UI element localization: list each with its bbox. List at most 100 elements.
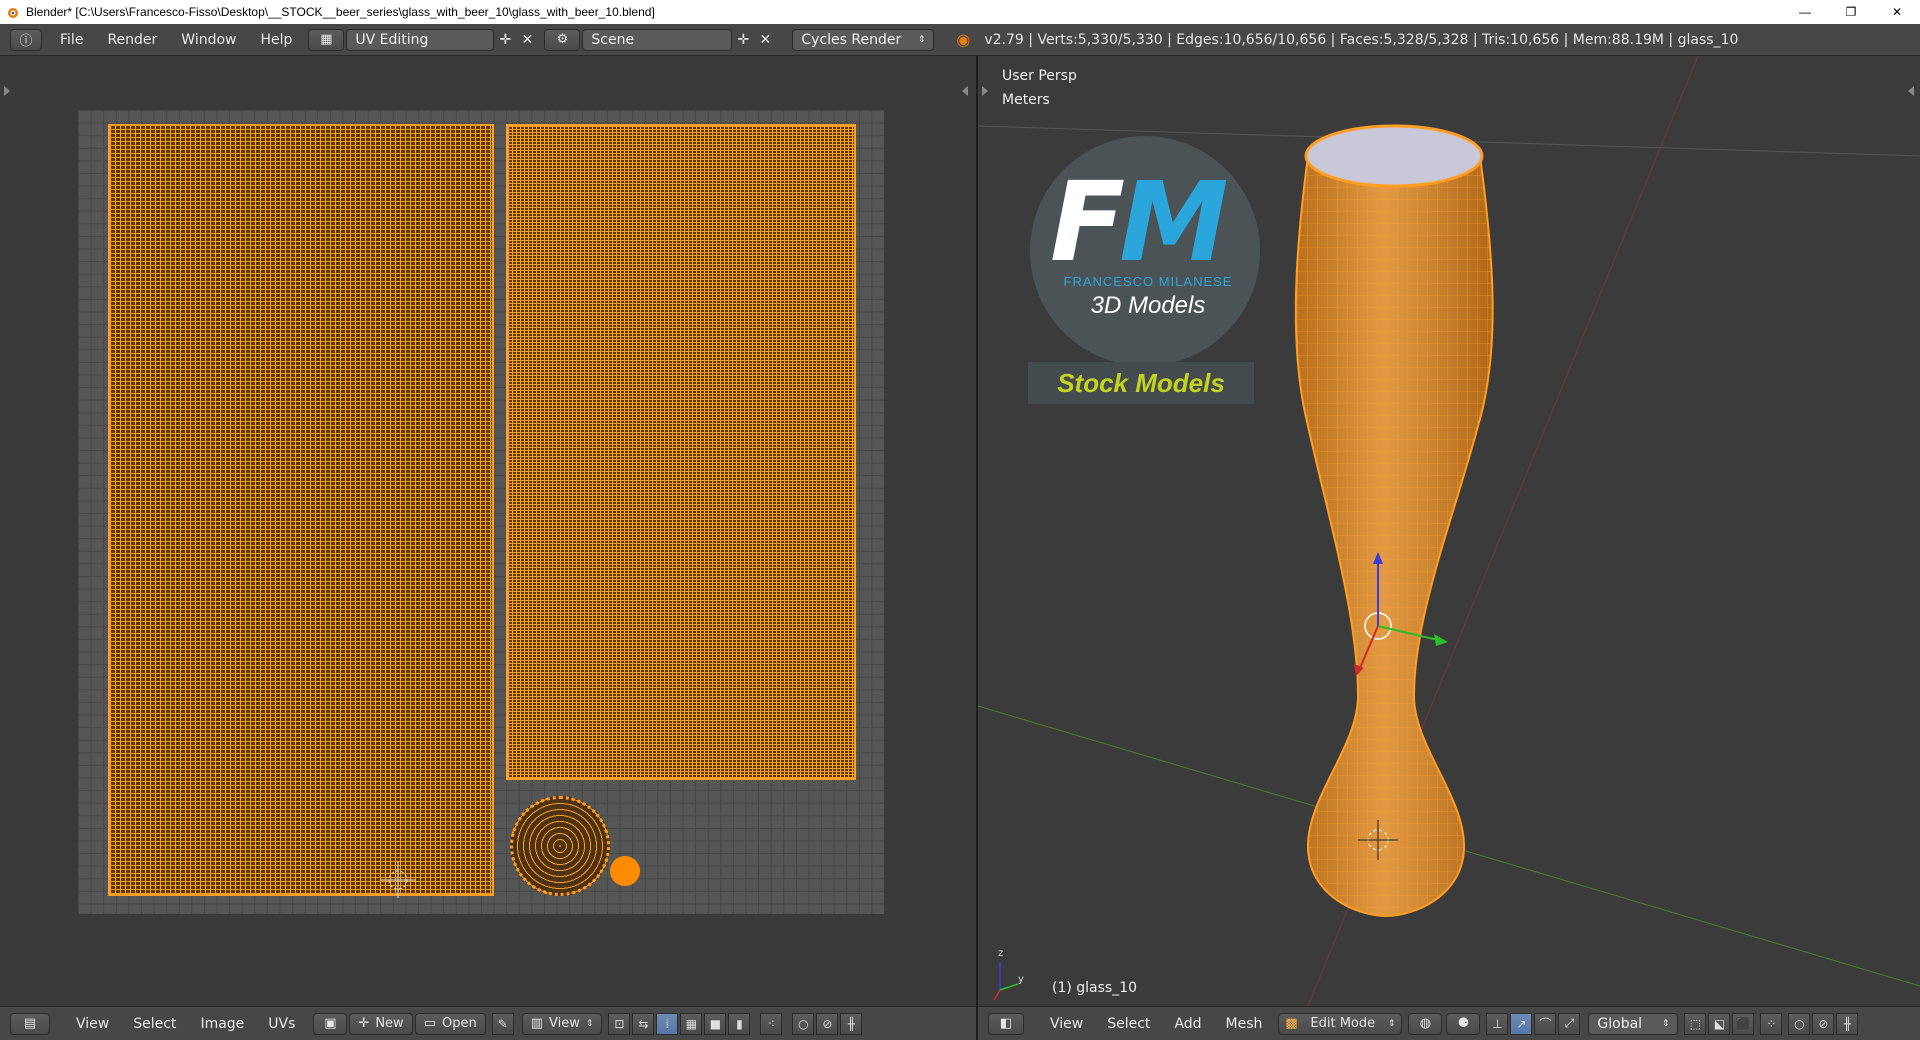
sticky-selection-button[interactable]: ⁖ <box>760 1012 783 1035</box>
transform-orientation-dropdown[interactable]: Global ⇕ <box>1588 1012 1679 1035</box>
uv-island-small-disc[interactable] <box>610 856 640 886</box>
add-screen-icon[interactable]: ✛ <box>494 29 516 51</box>
mode-label: Edit Mode <box>1310 1016 1376 1031</box>
blender-app-icon <box>4 4 20 20</box>
minimize-button[interactable]: — <box>1782 0 1828 24</box>
menu-render[interactable]: Render <box>95 29 169 51</box>
snap-target-button[interactable]: ╫ <box>1836 1012 1859 1035</box>
orientation-label: Global <box>1597 1015 1643 1032</box>
editor-corner-arrow-icon[interactable] <box>962 86 968 96</box>
image-editor-icon: ▤ <box>23 1016 37 1031</box>
svg-text:y: y <box>1018 974 1024 985</box>
dropdown-arrows-icon: ⇕ <box>585 1018 594 1029</box>
edge-select-mode-button[interactable]: ⬕ <box>1708 1012 1731 1035</box>
uv-island-glass-body[interactable] <box>108 124 494 896</box>
pivot-button[interactable]: ⊡ <box>608 1012 631 1035</box>
sync-icon: ⇆ <box>638 1016 649 1031</box>
active-object-label: (1) glass_10 <box>1052 980 1138 996</box>
menu-file[interactable]: File <box>48 29 95 51</box>
viewport-header: ◧ View Select Add Mesh ▩ Edit Mode ⇕ ◍ ⚈… <box>978 1006 1920 1040</box>
uv-island-bottom-disc[interactable] <box>510 796 610 896</box>
delete-scene-icon[interactable]: ✕ <box>754 29 776 51</box>
manipulator-toggle[interactable]: ⊥ <box>1486 1012 1509 1035</box>
viewport-menu-select[interactable]: Select <box>1095 1013 1162 1035</box>
face-select-button[interactable]: ■ <box>704 1012 727 1035</box>
snap-toggle-button[interactable]: ⊘ <box>1812 1012 1835 1035</box>
view-mode-dropdown[interactable]: ▥ View ⇕ <box>521 1012 603 1035</box>
editor-type-uv-button[interactable]: ▤ <box>10 1012 50 1035</box>
proportional-editing-icon: ○ <box>1794 1016 1805 1031</box>
maximize-button[interactable]: ❐ <box>1828 0 1874 24</box>
snap-button[interactable]: ⊘ <box>816 1012 839 1035</box>
uv-image-editor[interactable] <box>0 56 976 1006</box>
editor-type-3d-button[interactable]: ◧ <box>988 1012 1024 1035</box>
dropdown-arrows-icon: ⇕ <box>917 34 926 45</box>
uv-island-beer-body[interactable] <box>506 124 856 780</box>
pivot-point-dropdown[interactable]: ⚈ <box>1446 1012 1481 1035</box>
screen-layout-selector[interactable]: ▦ <box>308 28 345 51</box>
sticky-icon: ⁖ <box>767 1016 775 1031</box>
uv-grid-canvas[interactable] <box>78 110 884 914</box>
sync-selection-button[interactable]: ⇆ <box>632 1012 655 1035</box>
snap-element-button[interactable]: ╫ <box>840 1012 863 1035</box>
rotate-manipulator-button[interactable]: ⌒ <box>1534 1012 1557 1035</box>
proportional-edit-button[interactable]: ○ <box>792 1012 815 1035</box>
open-image-label: Open <box>441 1016 477 1031</box>
close-window-button[interactable]: ✕ <box>1874 0 1920 24</box>
scene-field[interactable]: Scene <box>582 28 733 51</box>
uv-editor-header: ▤ View Select Image UVs ▣ ✛ New ▭ Open ✎… <box>0 1006 976 1040</box>
scene-statistics: v2.79 | Verts:5,330/5,330 | Edges:10,656… <box>984 31 1739 48</box>
screen-layout-field[interactable]: UV Editing <box>346 28 495 51</box>
viewport-menu-view[interactable]: View <box>1038 1013 1095 1035</box>
pin-image-button[interactable]: ✎ <box>491 1012 514 1035</box>
add-scene-icon[interactable]: ✛ <box>732 29 754 51</box>
viewport-menu-mesh[interactable]: Mesh <box>1214 1013 1275 1035</box>
folder-icon: ▭ <box>423 1016 436 1031</box>
open-image-button[interactable]: ▭ Open <box>414 1012 486 1035</box>
uv-menu-view[interactable]: View <box>64 1013 121 1035</box>
delete-screen-icon[interactable]: ✕ <box>516 29 538 51</box>
scene-selector[interactable]: ⚙ <box>544 28 581 51</box>
snap-element-icon: ╫ <box>847 1016 856 1031</box>
viewport-menu-add[interactable]: Add <box>1162 1013 1213 1035</box>
mode-dropdown[interactable]: ▩ Edit Mode ⇕ <box>1278 1012 1403 1035</box>
editor-type-info-button[interactable]: ⓘ <box>10 28 42 51</box>
render-engine-dropdown[interactable]: Cycles Render ⇕ <box>792 28 935 51</box>
menu-window[interactable]: Window <box>169 29 248 51</box>
fm-logo-subtitle: 3D Models <box>1090 292 1206 319</box>
editor-corner-arrow-icon[interactable] <box>4 86 10 96</box>
uv-menu-uvs[interactable]: UVs <box>256 1013 307 1035</box>
fm-logo-name: FRANCESCO MILANESE <box>1063 274 1233 289</box>
scene-icon: ⚙ <box>556 32 569 47</box>
new-image-button[interactable]: ✛ New <box>349 1012 413 1035</box>
fm-logo-initials: FM <box>1050 158 1229 286</box>
scale-manipulator-button[interactable]: ⤢ <box>1558 1012 1581 1035</box>
vertex-select-mode-button[interactable]: ⬚ <box>1684 1012 1707 1035</box>
pivot-icon: ⊡ <box>614 1016 625 1031</box>
view-mode-icon: ▥ <box>530 1016 544 1031</box>
uv-menu-image[interactable]: Image <box>188 1013 256 1035</box>
uv-menu-select[interactable]: Select <box>121 1013 188 1035</box>
viewport-shading-dropdown[interactable]: ◍ <box>1408 1012 1443 1035</box>
plus-icon: ✛ <box>358 1016 370 1031</box>
edge-select-button[interactable]: ▦ <box>680 1012 703 1035</box>
proportional-editing-button[interactable]: ○ <box>1788 1012 1811 1035</box>
viewport-corner-arrow-icon[interactable] <box>1908 86 1914 96</box>
2d-cursor-icon[interactable] <box>378 860 418 900</box>
3d-view-icon: ◧ <box>999 1016 1013 1031</box>
island-select-button[interactable]: ▮ <box>728 1012 751 1035</box>
menu-help[interactable]: Help <box>248 29 304 51</box>
proportional-icon: ○ <box>798 1016 809 1031</box>
scale-icon: ⤢ <box>1564 1016 1575 1030</box>
translate-manipulator-button[interactable]: ↗ <box>1510 1012 1533 1035</box>
limit-selection-icon: ⁘ <box>1766 1016 1777 1031</box>
3d-viewport[interactable]: z y User Persp Meters (1) glass_10 FM FR… <box>978 56 1920 1006</box>
svg-text:z: z <box>998 948 1003 959</box>
limit-selection-button[interactable]: ⁘ <box>1760 1012 1783 1035</box>
translate-arrow-icon: ↗ <box>1516 1016 1527 1031</box>
image-browse-button[interactable]: ▣ <box>313 1012 348 1035</box>
viewport-corner-arrow-icon[interactable] <box>982 86 988 96</box>
vertex-select-button[interactable]: ⁞ <box>656 1012 679 1035</box>
face-select-mode-button[interactable]: ⬛ <box>1732 1012 1755 1035</box>
blender-logo-icon: ◉ <box>956 30 971 49</box>
